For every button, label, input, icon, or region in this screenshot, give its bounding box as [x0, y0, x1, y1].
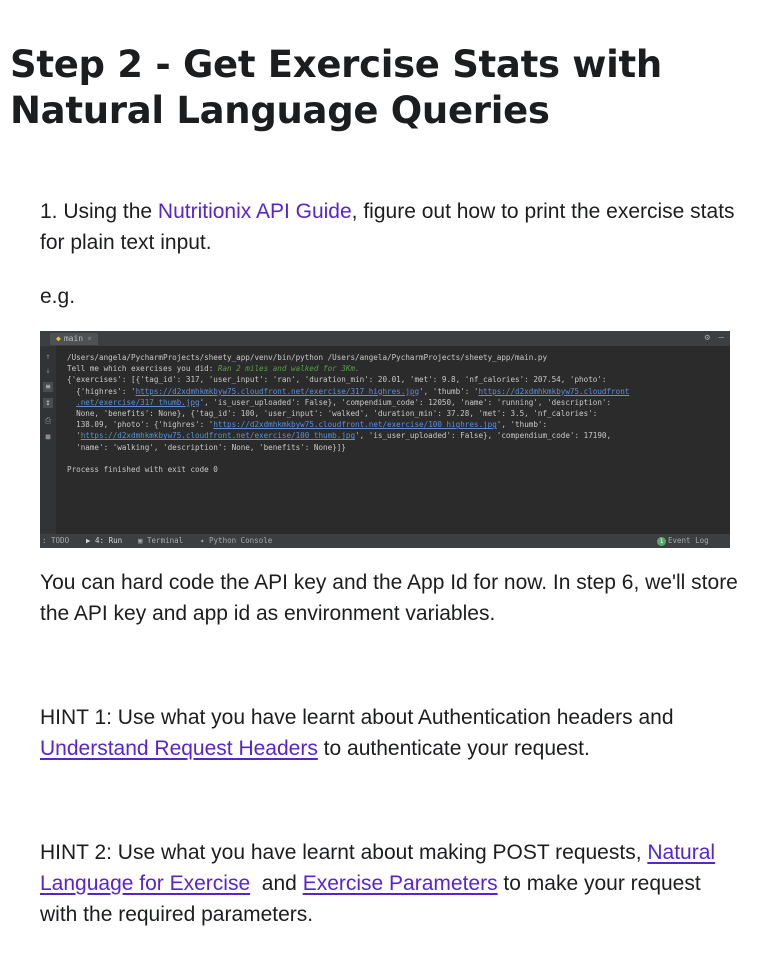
console-text: ', 'is_user_uploaded': False}, 'compendi…: [355, 431, 612, 441]
print-icon[interactable]: ⎙: [43, 416, 53, 426]
page-title: Step 2 - Get Exercise Stats with Natural…: [10, 43, 662, 132]
console-line: /Users/angela/PycharmProjects/sheety_app…: [67, 352, 727, 363]
terminal-tab-label: Terminal: [147, 536, 184, 545]
minimize-icon[interactable]: —: [719, 333, 724, 344]
terminal-tab[interactable]: ▣ Terminal: [138, 534, 183, 548]
event-log-tab[interactable]: 1 Event Log: [657, 534, 709, 548]
console-link[interactable]: https://d2xdmhkmkbyw75.cloudfront.net/ex…: [213, 420, 496, 429]
console-line: Tell me which exercises you did: Ran 2 m…: [67, 363, 727, 374]
nutritionix-api-guide-link[interactable]: Nutritionix API Guide: [158, 200, 352, 223]
arrow-up-icon[interactable]: ↑: [43, 352, 53, 362]
arrow-down-icon[interactable]: ↓: [43, 366, 53, 376]
python-file-icon: ◆: [56, 334, 61, 343]
ide-console-screenshot: ◆ main × ⚙ — ↑ ↓ ≡ ↧ ⎙ ■ /Users/angela/Pyc…: [40, 331, 730, 548]
console-link[interactable]: https://d2xdmhkmkbyw75.cloudfront.net/ex…: [81, 431, 355, 440]
run-tab-label: 4: Run: [95, 536, 123, 545]
console-text: Ran 2 miles and walked for 3Km.: [217, 364, 360, 374]
gear-icon[interactable]: ⚙: [705, 333, 710, 344]
soft-wrap-icon[interactable]: ≡: [43, 382, 53, 392]
python-console-tab[interactable]: ✦ Python Console: [200, 534, 272, 548]
tab-main-label: main: [63, 334, 84, 343]
event-count-badge: 1: [657, 536, 666, 546]
tab-main[interactable]: ◆ main ×: [50, 333, 98, 345]
console-text: {'exercises': [{'tag_id': 317, 'user_inp…: [67, 375, 607, 385]
console-text: 138.09, 'photo': {'highres': ': [67, 420, 214, 430]
console-text: ', 'thumb': ': [419, 386, 479, 396]
console-line: 'name': 'walking', 'description': None, …: [67, 442, 727, 453]
console-output: /Users/angela/PycharmProjects/sheety_app…: [67, 352, 727, 475]
console-line: 'https://d2xdmhkmkbyw75.cloudfront.net/e…: [67, 430, 727, 441]
console-line: None, 'benefits': None}, {'tag_id': 100,…: [67, 408, 727, 419]
play-icon: ▶: [86, 536, 96, 545]
understand-request-headers-link[interactable]: Understand Request Headers: [40, 737, 318, 760]
console-text: None, 'benefits': None}, {'tag_id': 100,…: [67, 408, 598, 418]
run-tab[interactable]: ▶ 4: Run: [86, 534, 122, 548]
todo-tab[interactable]: : TODO: [42, 534, 69, 548]
close-tab-icon[interactable]: ×: [87, 334, 92, 343]
step1-paragraph: 1. Using the Nutritionix API Guide, figu…: [40, 196, 740, 258]
api-key-paragraph: You can hard code the API key and the Ap…: [40, 571, 738, 625]
eg-label: e.g.: [40, 285, 76, 308]
exercise-parameters-link[interactable]: Exercise Parameters: [303, 872, 498, 895]
console-text: ': [67, 431, 81, 441]
console-text: Process finished with exit code 0: [67, 464, 218, 474]
console-text: 'name': 'walking', 'description': None, …: [67, 442, 346, 452]
hint2-prefix: HINT 2: Use what you have learnt about m…: [40, 841, 648, 864]
terminal-icon: ▣: [138, 536, 148, 545]
console-text: {'highres': ': [67, 386, 136, 396]
console-link[interactable]: .net/exercise/317_thumb.jpg: [76, 398, 199, 407]
console-text: ', 'thumb':: [496, 420, 548, 430]
hint1-prefix: HINT 1: Use what you have learnt about A…: [40, 706, 674, 729]
hint2-middle: and: [250, 872, 303, 895]
ide-tab-bar: ◆ main × ⚙ —: [40, 331, 730, 346]
console-text: /Users/angela/PycharmProjects/sheety_app…: [67, 353, 548, 362]
hint1-paragraph: HINT 1: Use what you have learnt about A…: [40, 702, 740, 764]
console-line: {'exercises': [{'tag_id': 317, 'user_inp…: [67, 374, 727, 385]
console-line: {'highres': 'https://d2xdmhkmkbyw75.clou…: [67, 386, 727, 397]
console-line: Process finished with exit code 0: [67, 464, 727, 475]
hint1-suffix: to authenticate your request.: [317, 737, 590, 760]
console-line: 138.09, 'photo': {'highres': 'https://d2…: [67, 419, 727, 430]
console-link[interactable]: https://d2xdmhkmkbyw75.cloudfront: [478, 387, 629, 396]
run-toolbar: ↑ ↓ ≡ ↧ ⎙ ■: [40, 346, 56, 534]
console-text: Tell me which exercises you did:: [67, 364, 218, 374]
event-log-label: Event Log: [668, 536, 709, 545]
console-line: .net/exercise/317_thumb.jpg', 'is_user_u…: [67, 397, 727, 408]
python-console-tab-label: Python Console: [209, 536, 273, 545]
console-text: ', 'is_user_uploaded': False}, 'compendi…: [199, 397, 612, 407]
python-console-icon: ✦: [200, 536, 210, 545]
trash-icon[interactable]: ■: [43, 432, 53, 442]
step1-prefix: 1. Using the: [40, 200, 158, 223]
hint2-paragraph: HINT 2: Use what you have learnt about m…: [40, 837, 740, 930]
ide-bottom-toolbar: : TODO ▶ 4: Run ▣ Terminal ✦ Python Cons…: [40, 534, 730, 548]
console-link[interactable]: https://d2xdmhkmkbyw75.cloudfront.net/ex…: [136, 387, 419, 396]
scroll-to-end-icon[interactable]: ↧: [43, 398, 53, 408]
